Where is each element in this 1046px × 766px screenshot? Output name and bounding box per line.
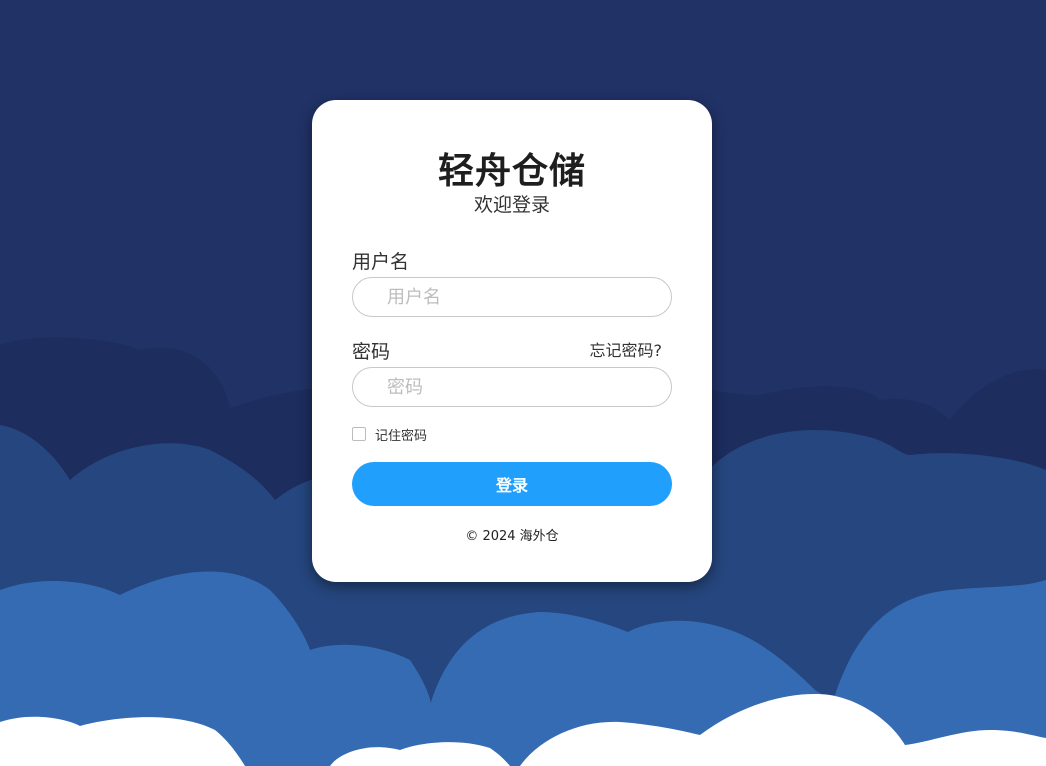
username-label: 用户名 bbox=[352, 251, 410, 273]
forgot-password-link[interactable]: 忘记密码? bbox=[590, 337, 663, 361]
username-input[interactable] bbox=[352, 277, 672, 317]
welcome-subtitle: 欢迎登录 bbox=[473, 194, 550, 216]
login-button[interactable]: 登录 bbox=[352, 462, 672, 506]
password-label: 密码 bbox=[352, 341, 391, 363]
login-card: 轻舟仓储 欢迎登录 用户名 密码 忘记密码? 记住密码 登录 © 2024 海外… bbox=[312, 100, 712, 582]
remember-password-row: 记住密码 bbox=[352, 425, 427, 444]
app-title: 轻舟仓储 bbox=[437, 151, 586, 192]
password-input[interactable] bbox=[352, 367, 672, 407]
remember-password-checkbox[interactable] bbox=[352, 427, 366, 441]
login-page: 轻舟仓储 欢迎登录 用户名 密码 忘记密码? 记住密码 登录 © 2024 海外… bbox=[0, 0, 1046, 766]
copyright-text: © 2024 海外仓 bbox=[465, 529, 559, 544]
remember-password-label[interactable]: 记住密码 bbox=[375, 425, 427, 444]
